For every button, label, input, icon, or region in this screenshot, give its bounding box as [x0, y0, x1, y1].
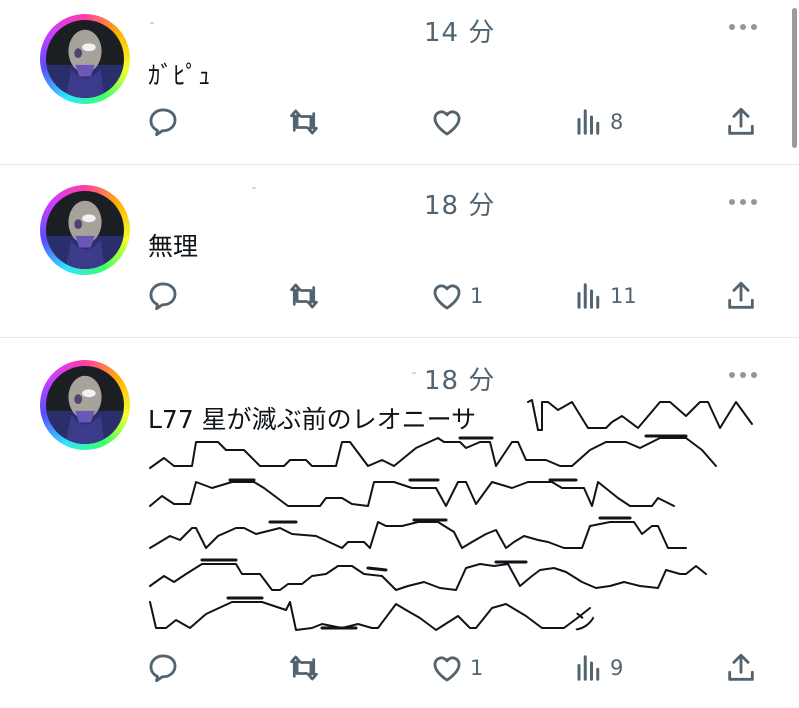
reply-icon	[146, 279, 180, 313]
reply-icon	[146, 105, 180, 139]
retweet-icon	[286, 651, 322, 685]
share-icon	[724, 279, 758, 313]
timeline-feed: 14 分 ｶﾞﾋﾟｭ 8 18 分 無理 1 11 18 分 L77 星が滅ぶ前…	[0, 0, 799, 708]
retweet-icon	[286, 279, 322, 313]
tweet-actions: 8	[146, 104, 766, 140]
tweet-text-end: ン	[572, 608, 596, 636]
retweet-button[interactable]	[286, 278, 322, 314]
views-icon	[574, 107, 604, 137]
tweet-actions: 1 11	[146, 278, 766, 314]
heart-icon	[430, 279, 464, 313]
avatar[interactable]	[40, 360, 130, 450]
reply-button[interactable]	[146, 650, 180, 686]
reply-button[interactable]	[146, 278, 180, 314]
views-count: 9	[610, 656, 624, 680]
share-button[interactable]	[724, 650, 758, 686]
retweet-button[interactable]	[286, 650, 322, 686]
like-button[interactable]: 1	[430, 650, 483, 686]
tweet-actions: 1 9	[146, 650, 766, 686]
share-button[interactable]	[724, 278, 758, 314]
avatar-image	[46, 191, 124, 269]
views-button[interactable]: 8	[574, 104, 623, 140]
heart-icon	[430, 105, 464, 139]
tweet-time[interactable]: 18 分	[424, 185, 495, 222]
avatar[interactable]	[40, 185, 130, 275]
like-count: 1	[470, 284, 484, 308]
views-button[interactable]: 11	[574, 278, 637, 314]
avatar[interactable]	[40, 14, 130, 104]
like-button[interactable]	[430, 104, 470, 140]
views-count: 8	[610, 110, 624, 134]
tweet-text: ｶﾞﾋﾟｭ	[148, 61, 211, 90]
more-icon[interactable]	[728, 22, 758, 32]
share-icon	[724, 651, 758, 685]
tweet[interactable]: 18 分 無理 1 11	[0, 165, 799, 337]
avatar-image	[46, 20, 124, 98]
tweet-text-art: ン	[149, 399, 753, 636]
tweet[interactable]: 18 分 L77 星が滅ぶ前のレオニーサ ン 1 9	[0, 338, 799, 708]
retweet-icon	[286, 105, 322, 139]
views-icon	[574, 281, 604, 311]
tweet-text: 無理	[148, 232, 199, 261]
share-button[interactable]	[724, 104, 758, 140]
reply-button[interactable]	[146, 104, 180, 140]
avatar-image	[46, 366, 124, 444]
like-button[interactable]: 1	[430, 278, 483, 314]
like-count: 1	[470, 656, 484, 680]
heart-icon	[430, 651, 464, 685]
tweet[interactable]: 14 分 ｶﾞﾋﾟｭ 8	[0, 0, 799, 164]
more-icon[interactable]	[728, 197, 758, 207]
share-icon	[724, 105, 758, 139]
tweet-time[interactable]: 14 分	[424, 12, 495, 49]
views-count: 11	[610, 284, 637, 308]
views-button[interactable]: 9	[574, 650, 623, 686]
reply-icon	[146, 651, 180, 685]
retweet-button[interactable]	[286, 104, 322, 140]
views-icon	[574, 653, 604, 683]
